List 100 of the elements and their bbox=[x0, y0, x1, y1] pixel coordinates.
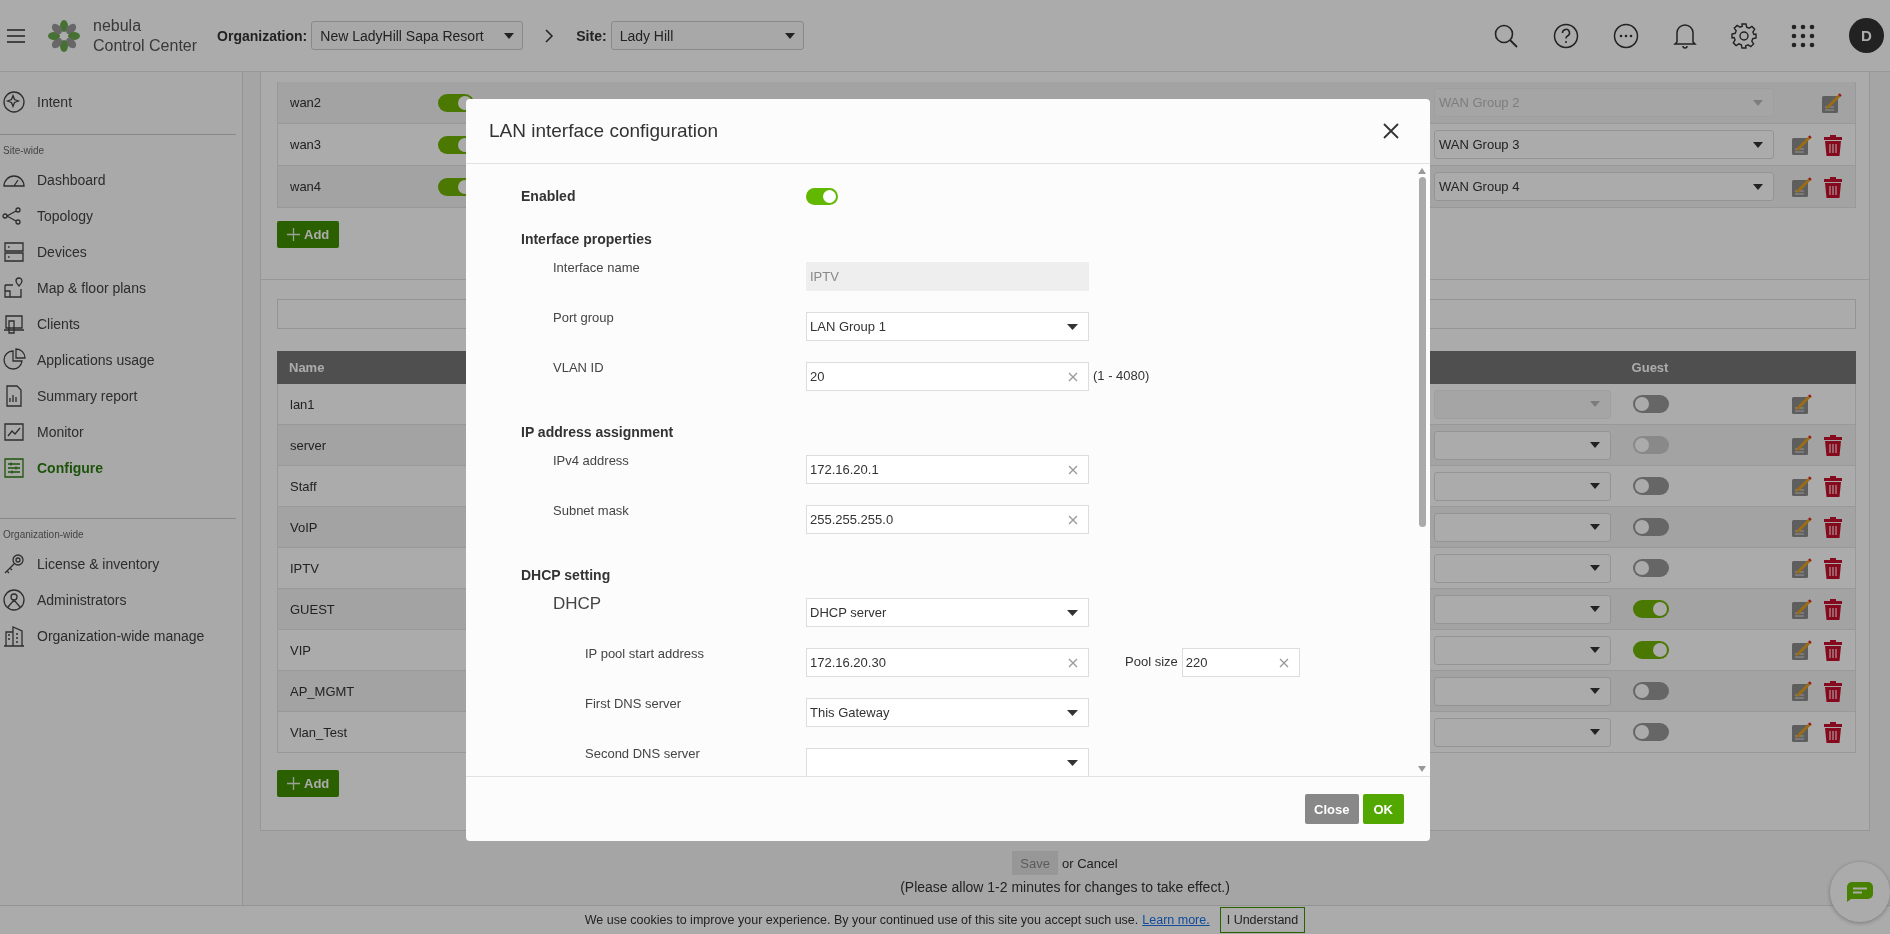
user-avatar[interactable]: D bbox=[1849, 18, 1884, 53]
edit-icon[interactable] bbox=[1821, 91, 1843, 114]
edit-icon[interactable] bbox=[1791, 175, 1813, 198]
edit-icon[interactable] bbox=[1791, 434, 1813, 456]
dropdown[interactable]: LAN Group 1 bbox=[806, 312, 1089, 341]
chat-button[interactable] bbox=[1830, 862, 1890, 922]
learn-more-link[interactable]: Learn more. bbox=[1142, 913, 1210, 927]
toggle-switch[interactable] bbox=[1633, 395, 1669, 413]
trash-icon[interactable] bbox=[1823, 639, 1843, 661]
toggle-switch[interactable] bbox=[1633, 682, 1669, 700]
input-field[interactable]: 255.255.255.0 bbox=[806, 505, 1089, 534]
field-label: Subnet mask bbox=[552, 502, 630, 518]
close-button[interactable]: Close bbox=[1305, 794, 1359, 824]
input-field[interactable]: 20 bbox=[806, 362, 1089, 391]
trash-icon[interactable] bbox=[1823, 133, 1843, 156]
toggle-switch[interactable] bbox=[1633, 518, 1669, 536]
section-heading: DHCP setting bbox=[521, 567, 612, 585]
sidebar-item[interactable]: Summary report bbox=[0, 378, 236, 414]
caret-icon bbox=[1753, 99, 1763, 106]
scrollbar[interactable] bbox=[1418, 168, 1426, 772]
caret-icon bbox=[1590, 565, 1600, 571]
sidebar-item[interactable]: Topology bbox=[0, 198, 236, 234]
section-heading: Interface properties bbox=[521, 231, 653, 249]
trash-icon[interactable] bbox=[1823, 680, 1843, 702]
input-field[interactable]: 220 bbox=[1181, 648, 1300, 677]
sidebar-item[interactable]: Monitor bbox=[0, 414, 236, 450]
trash-icon[interactable] bbox=[1823, 516, 1843, 538]
sidebar-item[interactable]: License & inventory bbox=[0, 546, 236, 582]
input-field: IPTV bbox=[806, 262, 1089, 291]
toggle-switch[interactable] bbox=[1633, 600, 1669, 618]
help-icon[interactable] bbox=[1553, 22, 1579, 49]
edit-icon[interactable] bbox=[1791, 475, 1813, 497]
edit-icon[interactable] bbox=[1791, 393, 1813, 415]
clear-icon[interactable] bbox=[1068, 657, 1078, 668]
add-button[interactable]: Add bbox=[277, 770, 340, 797]
sidebar-item[interactable]: Organization-wide manage bbox=[0, 618, 236, 654]
organization-label: Organization: bbox=[217, 27, 308, 44]
clear-icon[interactable] bbox=[1278, 657, 1289, 668]
input-field[interactable]: 172.16.20.30 bbox=[806, 648, 1089, 677]
sidebar-item[interactable]: Configure bbox=[0, 450, 236, 486]
edit-icon[interactable] bbox=[1791, 680, 1813, 702]
site-label: Site: bbox=[576, 27, 607, 44]
trash-icon[interactable] bbox=[1823, 475, 1843, 497]
close-icon[interactable] bbox=[1383, 123, 1399, 139]
sidebar-item[interactable]: Dashboard bbox=[0, 162, 236, 198]
cancel-link[interactable]: or Cancel bbox=[1062, 855, 1118, 871]
group-dropdown[interactable]: WAN Group 4 bbox=[1434, 172, 1774, 201]
scroll-down-icon[interactable] bbox=[1418, 766, 1426, 772]
sidebar-item[interactable]: Intent bbox=[0, 84, 242, 120]
clear-icon[interactable] bbox=[1068, 464, 1078, 475]
edit-icon[interactable] bbox=[1791, 598, 1813, 620]
edit-icon[interactable] bbox=[1791, 133, 1813, 156]
toggle-switch[interactable] bbox=[1633, 641, 1669, 659]
clear-icon[interactable] bbox=[1068, 514, 1078, 525]
toggle-switch[interactable] bbox=[806, 188, 838, 205]
input-field[interactable]: 172.16.20.1 bbox=[806, 455, 1089, 484]
caret-icon bbox=[1590, 483, 1600, 489]
trash-icon[interactable] bbox=[1823, 557, 1843, 579]
sidebar-item[interactable]: Clients bbox=[0, 306, 236, 342]
dropdown[interactable]: DHCP server bbox=[806, 598, 1089, 627]
table-cell-text: IPTV bbox=[289, 560, 319, 576]
edit-icon[interactable] bbox=[1791, 557, 1813, 579]
edit-icon[interactable] bbox=[1791, 516, 1813, 538]
menu-icon[interactable] bbox=[7, 28, 25, 43]
caret-icon bbox=[1590, 401, 1600, 407]
site-dropdown[interactable]: Lady Hill bbox=[610, 21, 804, 50]
sidebar-item[interactable]: Map & floor plans bbox=[0, 270, 236, 306]
bell-icon[interactable] bbox=[1673, 22, 1697, 49]
clear-icon[interactable] bbox=[1068, 371, 1078, 382]
dropdown[interactable]: This Gateway bbox=[806, 698, 1089, 727]
trash-icon[interactable] bbox=[1823, 434, 1843, 456]
sidebar-item[interactable]: Applications usage bbox=[0, 342, 236, 378]
edit-icon[interactable] bbox=[1791, 639, 1813, 661]
toggle-switch[interactable] bbox=[1633, 723, 1669, 741]
search-icon[interactable] bbox=[1493, 22, 1519, 49]
caret-icon bbox=[1590, 729, 1600, 735]
sparkle-icon bbox=[2, 90, 26, 114]
organization-dropdown[interactable]: New LadyHill Sapa Resort bbox=[311, 21, 524, 50]
group-dropdown[interactable]: WAN Group 3 bbox=[1434, 130, 1774, 159]
toggle-switch[interactable] bbox=[1633, 559, 1669, 577]
settings-icon[interactable] bbox=[1731, 22, 1757, 49]
more-icon[interactable] bbox=[1613, 22, 1639, 49]
trash-icon[interactable] bbox=[1823, 598, 1843, 620]
field-label: VLAN ID bbox=[552, 359, 605, 375]
scroll-up-icon[interactable] bbox=[1418, 168, 1426, 174]
edit-icon[interactable] bbox=[1791, 721, 1813, 743]
caret-icon bbox=[504, 32, 515, 39]
field-label: First DNS server bbox=[584, 695, 683, 711]
modal-title: LAN interface configuration bbox=[489, 120, 719, 142]
add-button[interactable]: Add bbox=[277, 221, 340, 248]
caret-icon bbox=[1067, 709, 1078, 716]
sidebar-item[interactable]: Devices bbox=[0, 234, 236, 270]
logo-icon bbox=[47, 18, 81, 53]
apps-grid-icon[interactable] bbox=[1791, 23, 1815, 48]
plus-icon bbox=[287, 777, 300, 790]
understand-button[interactable]: I Understand bbox=[1219, 907, 1306, 933]
trash-icon[interactable] bbox=[1823, 175, 1843, 198]
trash-icon[interactable] bbox=[1823, 721, 1843, 743]
toggle-switch[interactable] bbox=[1633, 477, 1669, 495]
sidebar-item[interactable]: Administrators bbox=[0, 582, 236, 618]
